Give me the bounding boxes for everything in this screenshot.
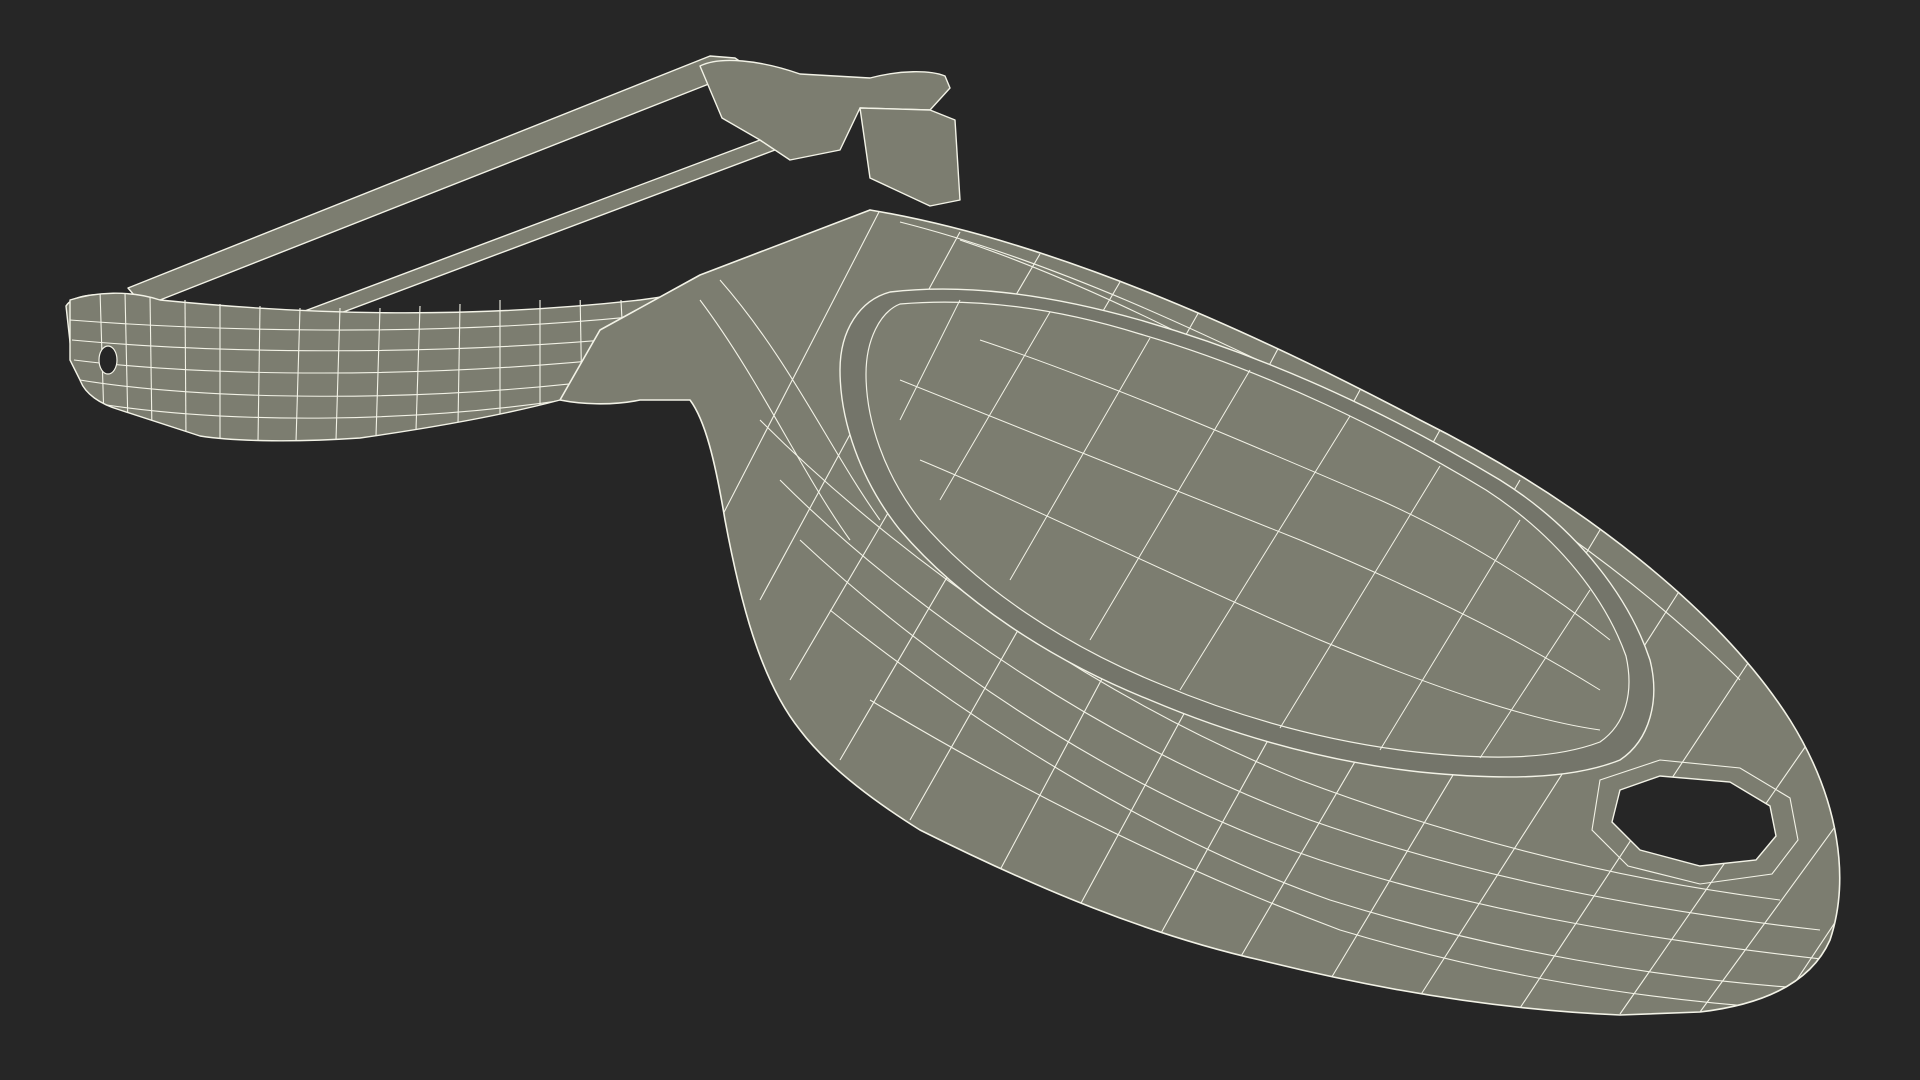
peeler-wireframe xyxy=(65,55,1841,1016)
render-viewport xyxy=(0,0,1920,1080)
peeler-handle xyxy=(559,209,1841,1016)
frame-rivet-hole xyxy=(98,345,118,375)
frame-post-side xyxy=(859,107,961,207)
